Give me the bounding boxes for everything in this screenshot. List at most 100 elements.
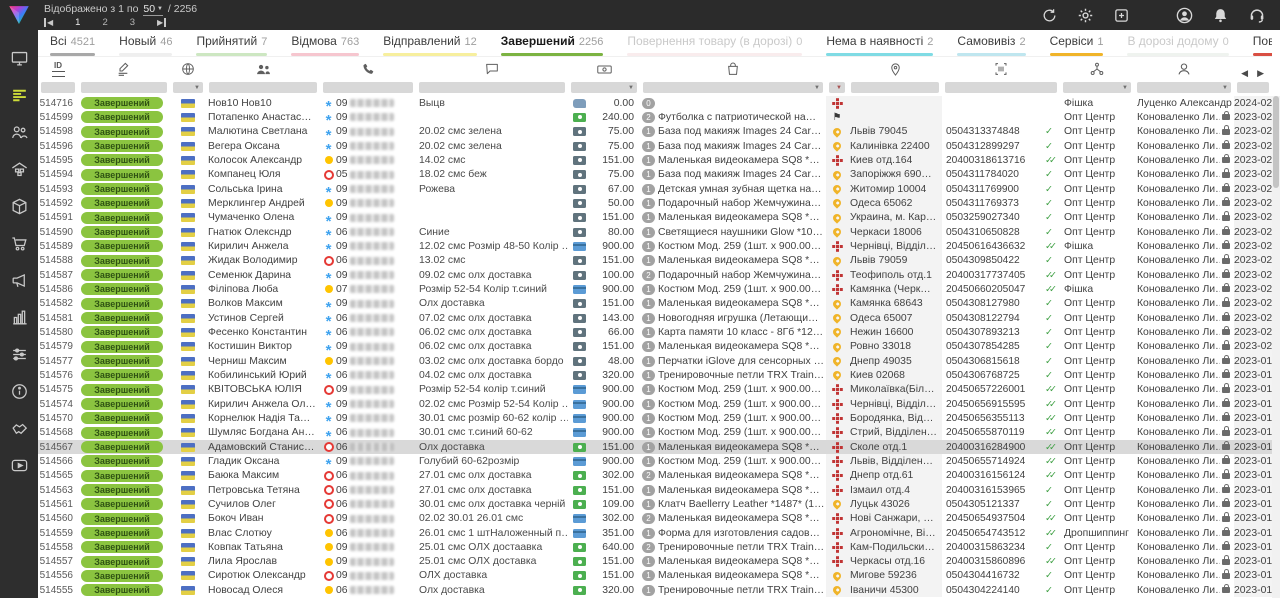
order-row[interactable]: 514598 Завершений Малютина Светлана 09 2… [38,125,1272,139]
order-row[interactable]: 514594 Завершений Компанец Юля 05 18.02 … [38,168,1272,182]
order-row[interactable]: 514577 Завершений Черниш Максим 09 03.02… [38,354,1272,368]
support-headset-icon[interactable] [1247,6,1266,25]
notifications-bell-icon[interactable] [1211,6,1230,25]
status-tab[interactable]: Повернення товару (в дорозі)0 [627,32,802,56]
status-edit-icon[interactable] [78,57,170,81]
order-row[interactable]: 514567 Завершений Адамовский Станис… 06 … [38,440,1272,454]
order-row[interactable]: 514586 Завершений Філіпова Люба 07 Розмі… [38,282,1272,296]
order-row[interactable]: 514590 Завершений Гнатюк Олексндр 06 Син… [38,225,1272,239]
globe-icon[interactable] [170,57,206,81]
filter-channel[interactable] [1063,82,1131,93]
order-row[interactable]: 514581 Завершений Устинов Сергей 06 07.0… [38,311,1272,325]
page-number[interactable]: 1 [75,17,80,28]
status-tab[interactable]: Самовивіз2 [957,32,1025,56]
filter-country[interactable] [173,82,203,93]
order-row[interactable]: 514575 Завершений КВІТОВСЬКА ЮЛІЯ 09 Роз… [38,383,1272,397]
vertical-scrollbar[interactable] [1272,96,1280,598]
order-row[interactable]: 514565 Завершений Баюка Максим 06 27.01 … [38,469,1272,483]
page-number[interactable]: 2 [102,17,107,28]
status-tab[interactable]: Відправлений12 [383,32,477,56]
order-row[interactable]: 514560 Завершений Бокоч Иван 09 02.02 30… [38,512,1272,526]
filter-products[interactable] [643,82,823,93]
order-row[interactable]: 514587 Завершений Семенюк Дарина 09 09.0… [38,268,1272,282]
order-row[interactable]: 514570 Завершений Корнелюк Надія Та… 09 … [38,411,1272,425]
tabs-scroll-right-icon[interactable]: ▶ [1257,68,1264,79]
order-row[interactable]: 514595 Завершений Колосок Александр 09 1… [38,153,1272,167]
column-id[interactable]: ID [38,57,78,81]
settings-gear-icon[interactable] [1076,6,1095,25]
comment-icon[interactable] [416,57,568,81]
order-row[interactable]: 514561 Завершений Сучилов Олег 06 30.01 … [38,497,1272,511]
sidebar-item-partners[interactable] [0,410,38,447]
page-size-dropdown[interactable]: 50▼ [143,3,163,16]
status-tab[interactable]: Повернення (завершений)125 [1253,32,1272,56]
order-row[interactable]: 514599 Завершений Потапенко Анастас… 09 … [38,110,1272,124]
sidebar-item-purchases[interactable] [0,225,38,262]
status-tab[interactable]: Відмова763 [291,32,359,56]
filter-delivery[interactable] [829,82,845,93]
order-row[interactable]: 514576 Завершений Кобилинський Юрий 06 0… [38,368,1272,382]
column-delivery[interactable] [826,57,848,81]
filter-date[interactable] [1237,82,1269,93]
order-row[interactable]: 514568 Завершений Шумляс Богдана Ан… 06 … [38,426,1272,440]
status-tab[interactable]: В дорозі додому0 [1127,32,1228,56]
sidebar-item-clients[interactable] [0,114,38,151]
last-page-button[interactable]: ▶ [157,18,166,27]
barcode-icon[interactable] [942,57,1060,81]
order-row[interactable]: 514558 Завершений Ковпак Татьяна 09 25.0… [38,540,1272,554]
status-tab[interactable]: Всі4521 [50,32,95,56]
sidebar-item-dashboard[interactable] [0,40,38,77]
user-avatar-icon[interactable] [1175,6,1194,25]
filter-payment[interactable] [571,82,637,93]
clients-icon[interactable] [206,57,320,81]
order-row[interactable]: 514582 Завершений Волков Максим 09 Олх д… [38,297,1272,311]
phone-icon[interactable] [320,57,416,81]
filter-client[interactable] [209,82,317,93]
order-row[interactable]: 514559 Завершений Влас Слотюу 06 26.01 с… [38,526,1272,540]
order-row[interactable]: 514579 Завершений Костишин Виктор 09 06.… [38,340,1272,354]
pin-icon[interactable] [848,57,942,81]
status-tab[interactable]: Нема в наявності2 [826,32,933,56]
sidebar-item-orders[interactable] [0,77,38,114]
page-number[interactable]: 3 [130,17,135,28]
filter-manager[interactable] [1137,82,1231,93]
sidebar-item-products[interactable] [0,188,38,225]
filter-comment[interactable] [419,82,565,93]
filter-phone[interactable] [323,82,413,93]
status-tab[interactable]: Завершений2256 [501,32,604,56]
network-icon[interactable] [1060,57,1134,81]
order-row[interactable]: 514589 Завершений Кирилич Анжела 09 12.0… [38,239,1272,253]
order-row[interactable]: 514591 Завершений Чумаченко Олена 09 151… [38,211,1272,225]
sidebar-item-tutorials[interactable] [0,447,38,484]
filter-status[interactable] [81,82,167,93]
order-row[interactable]: 514596 Завершений Вегера Оксана 09 20.02… [38,139,1272,153]
tabs-scroll-left-icon[interactable]: ◀ [1241,68,1248,79]
order-row[interactable]: 514592 Завершений Мерклингер Андрей 09 5… [38,196,1272,210]
order-row[interactable]: 514556 Завершений Сиротюк Олександр 09 О… [38,569,1272,583]
status-tab[interactable]: Новый46 [119,32,172,56]
bag-icon[interactable] [640,57,826,81]
person-icon[interactable] [1134,57,1234,81]
sidebar-item-info[interactable] [0,373,38,410]
filter-city[interactable] [851,82,939,93]
filter-id[interactable] [41,82,75,93]
sidebar-item-warehouse[interactable] [0,151,38,188]
order-row[interactable]: 514588 Завершений Жидак Володимир 06 13.… [38,254,1272,268]
order-row[interactable]: 514593 Завершений Сольська Ірина 09 Роже… [38,182,1272,196]
order-row[interactable]: 514555 Завершений Новосад Олеся 06 Олх д… [38,583,1272,597]
refresh-icon[interactable] [1040,6,1059,25]
order-row[interactable]: 514557 Завершений Лила Ярослав 09 25.01 … [38,555,1272,569]
order-row[interactable]: 514580 Завершений Фесенко Константин 06 … [38,325,1272,339]
sidebar-item-statistics[interactable] [0,299,38,336]
order-row[interactable]: 514716 Завершений Нов10 Нов10 09 Выцв 0.… [38,96,1272,110]
status-tab[interactable]: Сервіси1 [1050,32,1104,56]
add-order-icon[interactable] [1112,6,1131,25]
order-row[interactable]: 514566 Завершений Гладик Оксана 09 Голуб… [38,454,1272,468]
order-row[interactable]: 514563 Завершений Петровська Тетяна 06 2… [38,483,1272,497]
app-logo-icon[interactable] [0,0,38,30]
filter-ttn[interactable] [945,82,1057,93]
money-icon[interactable] [568,57,640,81]
first-page-button[interactable]: ◀ [44,18,53,27]
sidebar-item-automation[interactable] [0,336,38,373]
sidebar-item-marketing[interactable] [0,262,38,299]
